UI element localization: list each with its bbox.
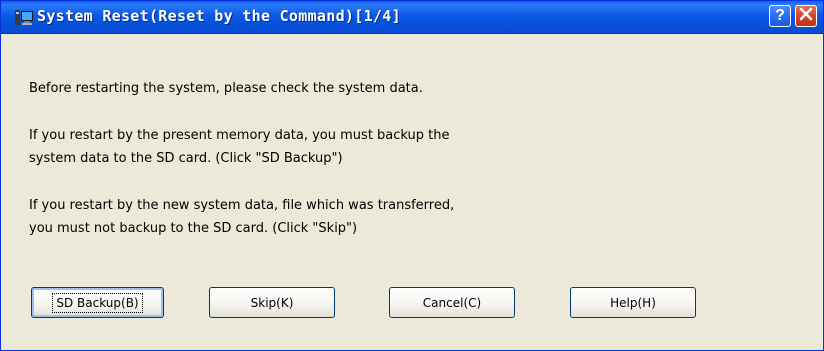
help-label: Help(H) [610,295,656,310]
dialog-body: Before restarting the system, please che… [1,34,823,350]
message-line-1: Before restarting the system, please che… [29,81,423,96]
message-line-4: If you restart by the new system data, f… [29,198,455,213]
monitor-icon [15,10,33,25]
close-button[interactable] [795,5,817,27]
title-bar[interactable]: System Reset(Reset by the Command)[1/4] … [1,1,823,34]
cancel-label: Cancel(C) [422,295,482,310]
window-title: System Reset(Reset by the Command)[1/4] [37,7,401,25]
cancel-button[interactable]: Cancel(C) [389,287,515,318]
message-line-3: system data to the SD card. (Click "SD B… [29,151,343,166]
dialog-window: System Reset(Reset by the Command)[1/4] … [0,0,824,351]
help-button[interactable]: Help(H) [570,287,696,318]
message-line-2: If you restart by the present memory dat… [29,128,450,143]
skip-label: Skip(K) [250,295,294,310]
message-line-5: you must not backup to the SD card. (Cli… [29,221,358,236]
sd-backup-label: SD Backup(B) [52,292,143,313]
close-icon [799,7,813,26]
help-title-button[interactable]: ? [769,5,791,27]
sd-backup-button[interactable]: SD Backup(B) [31,287,164,318]
help-icon: ? [775,7,785,24]
skip-button[interactable]: Skip(K) [209,287,335,318]
